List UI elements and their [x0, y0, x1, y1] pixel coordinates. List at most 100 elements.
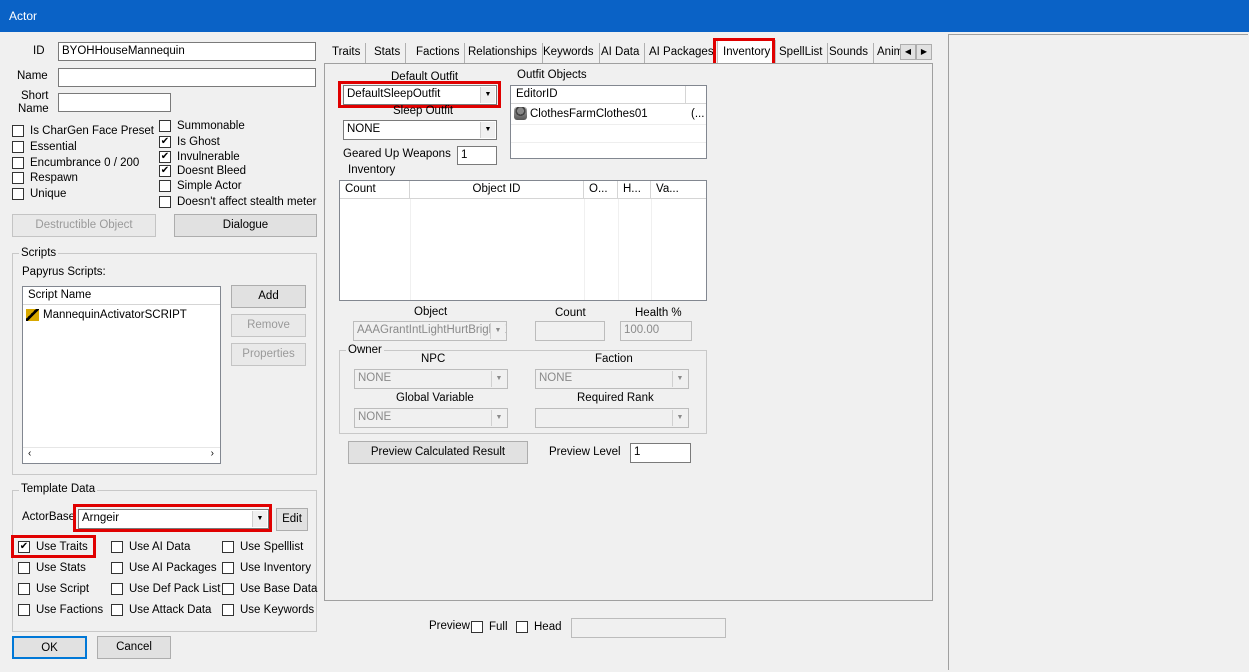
flag-summonable-checkbox[interactable]: Summonable [159, 119, 245, 133]
short-name-label-2: Name [18, 103, 49, 115]
highlight-box [73, 504, 272, 532]
chevron-down-icon: ▼ [672, 410, 687, 426]
checkbox-box [222, 541, 234, 553]
option-label: Use Script [36, 583, 90, 595]
tab-factions[interactable]: Factions [411, 43, 466, 64]
npc-label: NPC [421, 353, 446, 365]
health-field[interactable]: 100.00 [620, 321, 692, 341]
use-ai-packages-checkbox[interactable]: Use AI Packages [111, 561, 217, 575]
sleep-outfit-select[interactable]: NONE ▼ [343, 120, 497, 140]
preview-render-area[interactable] [948, 34, 1248, 670]
object-select[interactable]: AAAGrantIntLightHurtBrightE ▼ [353, 321, 507, 341]
geared-up-field[interactable]: 1 [457, 146, 497, 165]
properties-button[interactable]: Properties [231, 343, 306, 366]
required-rank-select[interactable]: ▼ [535, 408, 689, 428]
remove-script-button[interactable]: Remove [231, 314, 306, 337]
use-inventory-checkbox[interactable]: Use Inventory [222, 561, 311, 575]
count-field[interactable] [535, 321, 605, 341]
short-name-field[interactable] [58, 93, 171, 112]
tab-keywords[interactable]: Keywords [538, 43, 600, 64]
tab-anim[interactable]: Anim [872, 43, 902, 64]
count-header[interactable]: Count [340, 181, 410, 199]
scripts-group-label: Scripts [19, 247, 59, 259]
add-script-button[interactable]: Add [231, 285, 306, 308]
scripts-list[interactable]: Script Name MannequinActivatorSCRIPT ‹ › [22, 286, 221, 464]
use-base-data-checkbox[interactable]: Use Base Data [222, 582, 317, 596]
flag-stealth-checkbox[interactable]: Doesn't affect stealth meter [159, 195, 316, 209]
script-item-label: MannequinActivatorSCRIPT [43, 309, 187, 321]
option-label: Use Attack Data [129, 604, 212, 616]
list-item[interactable]: ClothesFarmClothes01 [514, 107, 648, 120]
destructible-object-button[interactable]: Destructible Object [12, 214, 156, 237]
inventory-list[interactable]: Count Object ID O... H... Va... [339, 180, 707, 301]
preview-level-field[interactable]: 1 [630, 443, 691, 463]
tab-traits[interactable]: Traits [327, 43, 367, 64]
use-def-pack-list-checkbox[interactable]: Use Def Pack List [111, 582, 220, 596]
health-header[interactable]: H... [618, 181, 651, 199]
checkbox-box [12, 125, 24, 137]
checkbox-box [111, 562, 123, 574]
script-icon [26, 309, 39, 321]
edit-button[interactable]: Edit [276, 508, 308, 531]
outfit-column-header[interactable] [686, 86, 706, 104]
option-label: Use Base Data [240, 583, 318, 595]
flag-encumbrance-checkbox[interactable]: Encumbrance 0 / 200 [12, 156, 139, 170]
faction-select[interactable]: NONE ▼ [535, 369, 689, 389]
use-factions-checkbox[interactable]: Use Factions [18, 603, 103, 617]
tab-ai-packages[interactable]: AI Packages [644, 43, 719, 64]
inventory-label: Inventory [348, 164, 396, 176]
preview-label: Preview [429, 620, 470, 632]
preview-full-checkbox[interactable]: Full [471, 620, 508, 634]
tab-stats[interactable]: Stats [369, 43, 407, 64]
global-variable-select[interactable]: NONE ▼ [354, 408, 508, 428]
preview-calculated-result-button[interactable]: Preview Calculated Result [348, 441, 528, 464]
list-item[interactable]: MannequinActivatorSCRIPT [26, 309, 187, 321]
use-spelllist-checkbox[interactable]: Use Spelllist [222, 540, 303, 554]
use-script-checkbox[interactable]: Use Script [18, 582, 89, 596]
checkbox-box [111, 583, 123, 595]
use-ai-data-checkbox[interactable]: Use AI Data [111, 540, 190, 554]
tab-ai-data[interactable]: AI Data [596, 43, 646, 64]
tab-sounds[interactable]: Sounds [824, 43, 875, 64]
window-title: Actor [9, 9, 38, 23]
option-label: Use AI Data [129, 541, 191, 553]
scroll-left-icon[interactable]: ‹ [28, 448, 31, 459]
flag-doesntbleed-checkbox[interactable]: ✔ Doesnt Bleed [159, 164, 246, 178]
npc-select[interactable]: NONE ▼ [354, 369, 508, 389]
editorid-header[interactable]: EditorID [511, 86, 686, 104]
dialogue-button[interactable]: Dialogue [174, 214, 317, 237]
owner-header[interactable]: O... [584, 181, 618, 199]
cancel-button[interactable]: Cancel [97, 636, 171, 659]
flag-invulnerable-checkbox[interactable]: ✔ Invulnerable [159, 150, 240, 164]
object-id-header[interactable]: Object ID [410, 181, 584, 199]
value-header[interactable]: Va... [651, 181, 706, 199]
preview-head-checkbox[interactable]: Head [516, 620, 562, 634]
flag-chargen-checkbox[interactable]: Is CharGen Face Preset [12, 124, 154, 138]
global-variable-value: NONE [358, 411, 392, 423]
preview-field[interactable] [571, 618, 726, 638]
tab-scroll-right-icon[interactable]: ▶ [916, 44, 932, 60]
script-name-header[interactable]: Script Name [23, 287, 220, 305]
flag-unique-checkbox[interactable]: Unique [12, 187, 66, 201]
ok-button[interactable]: OK [12, 636, 87, 659]
name-field[interactable] [58, 68, 316, 87]
armor-icon [514, 107, 527, 120]
use-attack-data-checkbox[interactable]: Use Attack Data [111, 603, 211, 617]
column-divider [410, 199, 411, 300]
tab-relationships[interactable]: Relationships [463, 43, 544, 64]
tab-spelllist[interactable]: SpellList [774, 43, 829, 64]
flag-essential-checkbox[interactable]: Essential [12, 140, 77, 154]
highlight-box [11, 535, 96, 558]
horizontal-scrollbar[interactable]: ‹ › [23, 447, 220, 463]
use-stats-checkbox[interactable]: Use Stats [18, 561, 86, 575]
flag-label: Encumbrance 0 / 200 [30, 157, 140, 169]
flag-simpleactor-checkbox[interactable]: Simple Actor [159, 179, 242, 193]
flag-respawn-checkbox[interactable]: Respawn [12, 171, 78, 185]
use-keywords-checkbox[interactable]: Use Keywords [222, 603, 314, 617]
scroll-right-icon[interactable]: › [211, 448, 214, 459]
id-field[interactable]: BYOHHouseMannequin [58, 42, 316, 61]
tab-scroll-left-icon[interactable]: ◀ [900, 44, 916, 60]
flag-isghost-checkbox[interactable]: ✔ Is Ghost [159, 135, 220, 149]
outfit-objects-list[interactable]: EditorID ClothesFarmClothes01 (... [510, 85, 707, 159]
count-label: Count [555, 307, 586, 319]
